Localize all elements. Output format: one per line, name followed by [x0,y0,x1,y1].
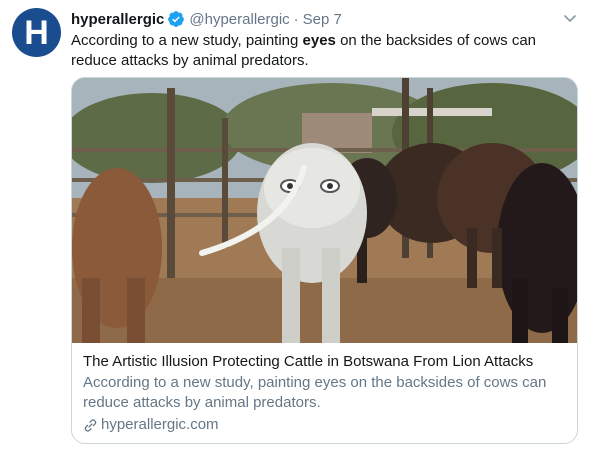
author-name[interactable]: hyperallergic [71,11,164,28]
tweet-header: hyperallergic @hyperallergic · Sep 7 [71,9,342,29]
chevron-down-icon[interactable] [562,10,578,26]
cattle-photo [72,78,577,343]
card-image[interactable] [72,78,577,343]
tweet[interactable]: H hyperallergic @hyperallergic · Sep 7 A… [0,0,594,456]
card-domain[interactable]: hyperallergic.com [83,415,568,435]
link-card[interactable]: The Artistic Illusion Protecting Cattle … [71,77,578,444]
tweet-text-start: According to a new study, painting [71,32,303,49]
avatar-logo-letter: H [24,13,49,52]
author-handle[interactable]: @hyperallergic [189,11,289,28]
card-text[interactable]: The Artistic Illusion Protecting Cattle … [83,352,568,435]
tweet-text-bold: eyes [302,32,336,49]
card-description: According to a new study, painting eyes … [83,374,547,411]
link-icon [84,418,97,432]
tweet-text: According to a new study, painting eyes … [71,31,571,71]
verified-badge-icon [168,11,185,27]
avatar[interactable]: H [12,8,61,57]
tweet-date[interactable]: Sep 7 [303,11,342,28]
card-domain-text[interactable]: hyperallergic.com [101,415,219,435]
header-separator: · [293,10,299,28]
card-title[interactable]: The Artistic Illusion Protecting Cattle … [83,352,568,372]
